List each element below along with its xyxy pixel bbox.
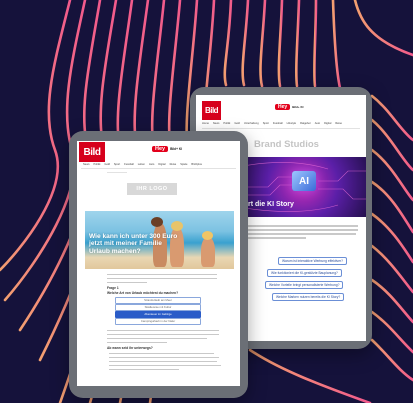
nav-item[interactable]: Lifestyle <box>287 122 297 125</box>
ai-chip-icon: AI <box>292 171 316 191</box>
answer-option-2[interactable]: Städtereise mit Kultur <box>115 304 201 311</box>
text-line <box>109 369 179 371</box>
person-hair <box>151 217 163 227</box>
answer-option-1[interactable]: Strandurlaub am Meer <box>115 297 201 304</box>
hey-logo: Hey Bild+ KI <box>275 104 303 110</box>
nav-item[interactable]: Home <box>202 122 209 125</box>
question-button-2[interactable]: Wie funktioniert die KI-gestützte Baupla… <box>267 269 342 277</box>
text-line <box>107 338 207 340</box>
nav-item[interactable]: Politik <box>223 122 230 125</box>
nav-item[interactable]: Fussball <box>124 163 134 166</box>
nav-item[interactable]: Digital <box>324 122 331 125</box>
hey-logo: Hey Bild+ KI <box>152 146 182 152</box>
question-label: Frage 1 <box>107 286 119 290</box>
question-button-4[interactable]: Welche Marken nutzen bereits die KI Stor… <box>272 293 345 301</box>
nav-item[interactable]: Geld <box>234 122 239 125</box>
answer-option-4[interactable]: Campingurlaub in der Natur <box>115 318 201 325</box>
divider <box>202 128 360 129</box>
text-line <box>246 225 358 227</box>
text-line <box>107 274 217 276</box>
nav-item[interactable]: Sport <box>263 122 269 125</box>
nav-item[interactable]: Spiele <box>180 163 187 166</box>
nav-item[interactable]: BILDplus <box>191 163 202 166</box>
back-nav-bar: Home News Politik Geld Unterhaltung Sport Fuss… <box>196 122 366 125</box>
front-tablet: Bild Hey Bild+ KI News Politik Geld Sport Fu… <box>69 131 248 398</box>
text-line <box>107 282 147 284</box>
nav-item[interactable]: Leben <box>138 163 145 166</box>
bild-logo[interactable]: Bild <box>79 142 105 162</box>
hero-title: Wie kann ich unter 300 Euro jetzt mit me… <box>89 233 178 255</box>
hero-title: rt die KI Story <box>248 201 294 208</box>
nav-item[interactable]: News <box>213 122 220 125</box>
text-line <box>109 361 217 363</box>
text-line <box>109 365 221 367</box>
nav-item[interactable]: Fussball <box>273 122 283 125</box>
front-nav-bar: News Politik Geld Sport Fussball Leben Auto Dig… <box>77 163 240 166</box>
nav-item[interactable]: News <box>83 163 90 166</box>
divider <box>107 172 127 173</box>
front-tablet-screen: Bild Hey Bild+ KI News Politik Geld Sport Fu… <box>77 141 240 386</box>
answer-option-3-selected[interactable]: Abenteuer im Gebirge <box>115 311 201 318</box>
nav-item[interactable]: Sport <box>114 163 120 166</box>
hero-image-family: Wie kann ich unter 300 Euro jetzt mit me… <box>85 211 234 269</box>
page-title: Brand Studios <box>254 139 319 150</box>
nav-item[interactable]: Politik <box>94 163 101 166</box>
question-button-3[interactable]: Welche Vorteile bringt personalisierte W… <box>265 281 344 289</box>
text-line <box>246 233 356 235</box>
text-line <box>107 334 219 336</box>
person-hair <box>171 221 183 231</box>
nav-item[interactable]: Auto <box>315 122 320 125</box>
divider <box>81 168 236 169</box>
text-line <box>246 237 306 239</box>
text-line <box>107 278 217 280</box>
nav-item[interactable]: Unterhaltung <box>244 122 259 125</box>
nav-item[interactable]: Reise <box>170 163 177 166</box>
nav-item[interactable]: Digital <box>158 163 165 166</box>
text-line <box>107 342 167 344</box>
question-button-1[interactable]: Warum ist interaktive Werbung effektiver… <box>278 257 347 265</box>
text-line <box>107 330 219 332</box>
text-line <box>109 357 219 359</box>
nav-item[interactable]: Auto <box>149 163 154 166</box>
child-hair <box>202 231 213 240</box>
section-heading: Ab wann seid ihr unterwegs? <box>107 346 153 350</box>
nav-item[interactable]: Ratgeber <box>300 122 311 125</box>
ad-logo-placeholder[interactable]: IHR LOGO <box>127 183 177 195</box>
nav-item[interactable]: Reise <box>335 122 342 125</box>
nav-item[interactable]: Geld <box>104 163 109 166</box>
question-text: Welche Art von Urlaub möchtest du machen… <box>107 291 179 295</box>
bild-logo[interactable]: Bild <box>202 101 221 120</box>
text-line <box>109 353 214 355</box>
child-figure <box>201 237 215 267</box>
text-line <box>246 229 358 231</box>
